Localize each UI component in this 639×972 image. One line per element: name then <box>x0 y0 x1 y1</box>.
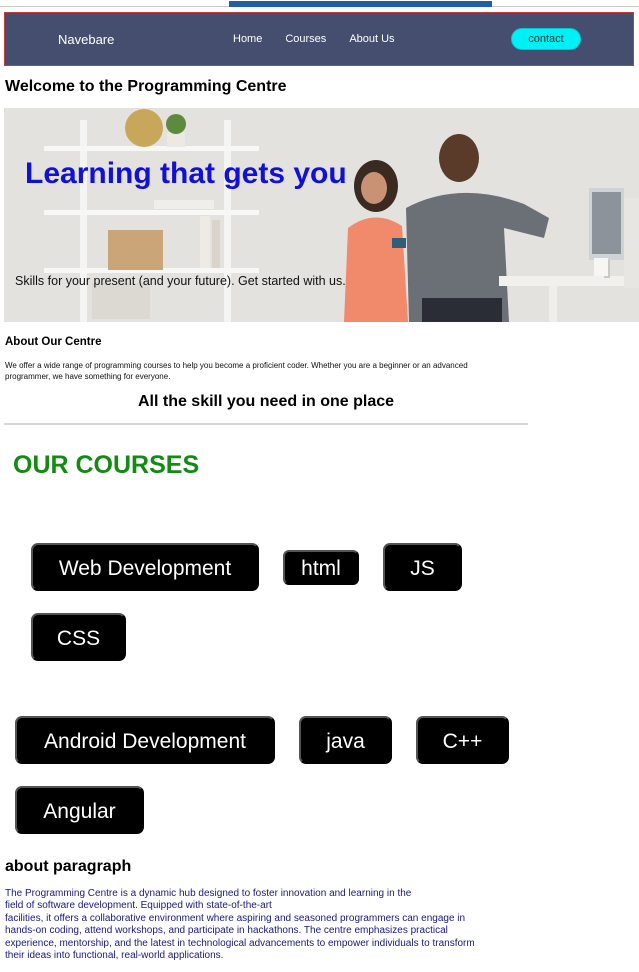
nav-link-about-us[interactable]: About Us <box>349 33 394 45</box>
about-paragraph-text: The Programming Centre is a dynamic hub … <box>5 888 525 962</box>
course-button-java[interactable]: java <box>299 716 392 764</box>
course-button-css[interactable]: CSS <box>31 613 126 661</box>
course-button-js[interactable]: JS <box>383 543 462 591</box>
about-paragraph-line: facilities, it offers a collaborative en… <box>5 912 466 924</box>
course-button-html[interactable]: html <box>283 550 359 585</box>
navbar: Navebare Home Courses About Us contact <box>4 12 634 66</box>
nav-links: Home Courses About Us <box>233 33 395 45</box>
welcome-heading: Welcome to the Programming Centre <box>5 78 287 95</box>
nav-link-courses[interactable]: Courses <box>285 33 326 45</box>
section-divider <box>4 423 528 425</box>
about-paragraph-line: field of software development. Equipped … <box>5 900 272 912</box>
about-heading: About Our Centre <box>5 336 102 348</box>
hero-subtitle: Skills for your present (and your future… <box>15 274 346 288</box>
skills-heading: All the skill you need in one place <box>137 393 395 410</box>
about-paragraph-line: experience, mentorship, and the latest i… <box>5 937 475 949</box>
course-button-angular[interactable]: Angular <box>15 786 144 834</box>
course-button-web-development[interactable]: Web Development <box>31 543 259 591</box>
course-button-android-development[interactable]: Android Development <box>15 716 275 764</box>
course-button-cpp[interactable]: C++ <box>416 716 509 764</box>
courses-heading: OUR COURSES <box>13 451 200 479</box>
about-text: We offer a wide range of programming cou… <box>5 361 468 381</box>
contact-button[interactable]: contact <box>511 28 581 50</box>
hero-title: Learning that gets you <box>25 157 347 190</box>
nav-link-home[interactable]: Home <box>233 33 262 45</box>
hero-banner: Learning that gets you Skills for your p… <box>4 108 639 322</box>
navbar-brand[interactable]: Navebare <box>58 32 114 47</box>
about-paragraph-line: their ideas into functional, real-world … <box>5 950 224 962</box>
about-paragraph-line: hands-on coding, attend workshops, and p… <box>5 925 448 937</box>
hero-photo <box>4 108 639 322</box>
about-paragraph-line: The Programming Centre is a dynamic hub … <box>5 888 412 899</box>
scroll-progress-bar <box>229 1 492 7</box>
about-paragraph-heading: about paragraph <box>5 858 132 875</box>
